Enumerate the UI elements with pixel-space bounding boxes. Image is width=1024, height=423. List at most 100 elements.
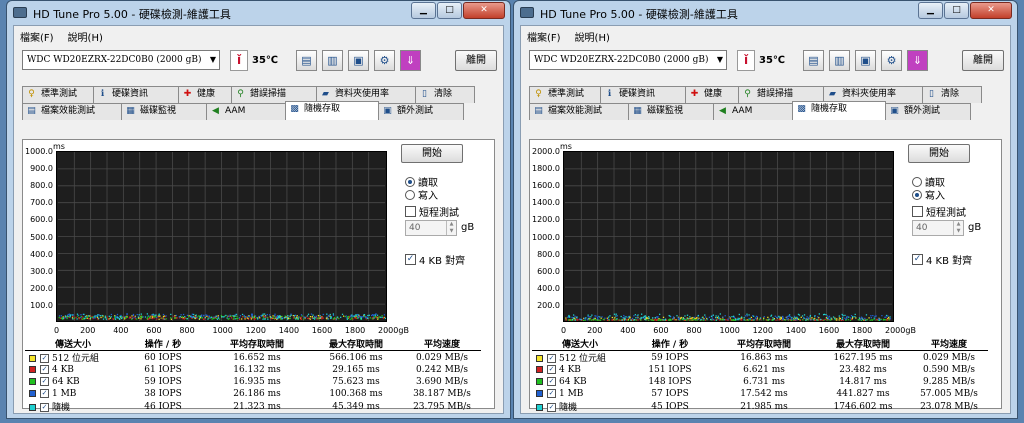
tab-row2-1[interactable]: ▤ 檔案效能測試	[529, 103, 629, 120]
read-radio[interactable]	[405, 176, 415, 187]
start-button[interactable]: 開始	[908, 144, 970, 163]
align-option[interactable]: ✓ 4 KB 對齊	[405, 252, 465, 267]
title-bar[interactable]: HD Tune Pro 5.00 - 硬碟檢測-維護工具 ▁ □ ✕	[514, 1, 1017, 25]
data-point	[336, 316, 339, 318]
data-point	[715, 316, 717, 319]
close-button[interactable]: ✕	[463, 2, 505, 19]
data-point	[817, 316, 819, 318]
tab-row1-3[interactable]: ✚ 健康	[685, 86, 739, 103]
tab-row2-5[interactable]: ▣ 額外測試	[885, 103, 971, 120]
maximize-button[interactable]: □	[944, 2, 969, 19]
write-option[interactable]: 寫入	[912, 187, 945, 202]
short-test-option[interactable]: 短程測試	[405, 204, 459, 219]
row-name: 1 MB	[559, 389, 584, 399]
tab-row2-3[interactable]: ◀ AAM	[713, 103, 793, 120]
series-checkbox[interactable]: ✓	[40, 389, 49, 398]
series-checkbox[interactable]: ✓	[40, 365, 49, 374]
tab-row2-2[interactable]: ▦ 磁碟監視	[628, 103, 714, 120]
short-test-option[interactable]: 短程測試	[912, 204, 966, 219]
align-4kb-checkbox[interactable]: ✓	[405, 254, 416, 265]
data-point	[96, 315, 99, 318]
drive-select[interactable]: WDC WD20EZRX-22DC0B0 (2000 gB) ▼	[529, 50, 727, 70]
data-point	[371, 314, 374, 316]
series-checkbox[interactable]: ✓	[40, 377, 49, 386]
data-point	[824, 318, 826, 321]
tab-row1-1[interactable]: ♀ 標準測試	[22, 86, 94, 103]
exit-button[interactable]: 離開	[455, 50, 497, 71]
tab-row2-2[interactable]: ▦ 磁碟監視	[121, 103, 207, 120]
table-row: ✓ 512 位元組 59 IOPS 16.863 ms 1627.195 ms 0.029…	[532, 351, 988, 364]
menu-file[interactable]: 檔案(F)	[20, 29, 54, 44]
data-point	[293, 317, 296, 319]
spinner-arrows-icon[interactable]: ▲ ▼	[953, 221, 963, 235]
read-radio[interactable]	[912, 176, 922, 187]
tab-row1-3[interactable]: ✚ 健康	[178, 86, 232, 103]
tab-row2-1[interactable]: ▤ 檔案效能測試	[22, 103, 122, 120]
y-tick-label: 400.0	[537, 283, 560, 293]
options-button[interactable]: ⚙	[374, 50, 395, 71]
download-button[interactable]: ⇓	[907, 50, 928, 71]
tab-row2-5[interactable]: ▣ 額外測試	[378, 103, 464, 120]
data-point	[333, 317, 336, 319]
series-checkbox[interactable]: ✓	[40, 354, 49, 363]
tab-row2-4[interactable]: ▩ 隨機存取	[792, 101, 886, 120]
write-option[interactable]: 寫入	[405, 187, 438, 202]
tab-row2-3[interactable]: ◀ AAM	[206, 103, 286, 120]
data-point	[747, 319, 750, 321]
series-color-swatch	[536, 378, 543, 385]
short-test-checkbox[interactable]	[912, 206, 923, 217]
short-test-checkbox[interactable]	[405, 206, 416, 217]
series-checkbox[interactable]: ✓	[547, 365, 556, 374]
minimize-button[interactable]: ▁	[411, 2, 436, 19]
series-checkbox[interactable]: ✓	[547, 389, 556, 398]
series-checkbox[interactable]: ✓	[40, 403, 49, 412]
spinner-arrows-icon[interactable]: ▲ ▼	[446, 221, 456, 235]
tab-row1-2[interactable]: ℹ 硬碟資訊	[600, 86, 686, 103]
data-point	[274, 314, 276, 317]
short-test-size-input[interactable]: 40 ▲ ▼	[912, 220, 964, 236]
write-radio[interactable]	[405, 189, 415, 200]
data-point	[241, 318, 243, 320]
copy-screenshot-button[interactable]: ▥	[829, 50, 850, 71]
write-radio[interactable]	[912, 189, 922, 200]
align-option[interactable]: ✓ 4 KB 對齊	[912, 252, 972, 267]
series-checkbox[interactable]: ✓	[547, 354, 556, 363]
close-button[interactable]: ✕	[970, 2, 1012, 19]
menu-help[interactable]: 說明(H)	[575, 29, 610, 44]
data-point	[60, 315, 63, 317]
exit-button[interactable]: 離開	[962, 50, 1004, 71]
tab-row2-4[interactable]: ▩ 隨機存取	[285, 101, 379, 120]
tab-row1-1[interactable]: ♀ 標準測試	[529, 86, 601, 103]
save-button[interactable]: ▣	[855, 50, 876, 71]
data-point	[73, 317, 76, 319]
minimize-button[interactable]: ▁	[918, 2, 943, 19]
data-point	[153, 315, 155, 318]
series-checkbox[interactable]: ✓	[547, 403, 556, 412]
drive-select[interactable]: WDC WD20EZRX-22DC0B0 (2000 gB) ▼	[22, 50, 220, 70]
save-button[interactable]: ▣	[348, 50, 369, 71]
drive-select-value: WDC WD20EZRX-22DC0B0 (2000 gB)	[534, 55, 709, 65]
copy-info-button[interactable]: ▤	[296, 50, 317, 71]
series-checkbox[interactable]: ✓	[547, 377, 556, 386]
menu-file[interactable]: 檔案(F)	[527, 29, 561, 44]
data-point	[107, 318, 109, 320]
maximize-button[interactable]: □	[437, 2, 462, 19]
download-button[interactable]: ⇓	[400, 50, 421, 71]
menu-help[interactable]: 說明(H)	[68, 29, 103, 44]
start-button[interactable]: 開始	[401, 144, 463, 163]
menu-bar: 檔案(F) 說明(H)	[521, 26, 1010, 46]
options-button[interactable]: ⚙	[881, 50, 902, 71]
data-point	[147, 315, 149, 317]
data-point	[179, 317, 181, 319]
tab-row1-2[interactable]: ℹ 硬碟資訊	[93, 86, 179, 103]
copy-screenshot-button[interactable]: ▥	[322, 50, 343, 71]
align-4kb-checkbox[interactable]: ✓	[912, 254, 923, 265]
data-point	[643, 315, 645, 318]
data-point	[565, 319, 567, 321]
copy-info-button[interactable]: ▤	[803, 50, 824, 71]
title-bar[interactable]: HD Tune Pro 5.00 - 硬碟檢測-維護工具 ▁ □ ✕	[7, 1, 510, 25]
tab-row1-6[interactable]: ▯ 清除	[922, 86, 982, 103]
tab-row1-6[interactable]: ▯ 清除	[415, 86, 475, 103]
short-test-size-input[interactable]: 40 ▲ ▼	[405, 220, 457, 236]
data-point	[100, 316, 102, 319]
